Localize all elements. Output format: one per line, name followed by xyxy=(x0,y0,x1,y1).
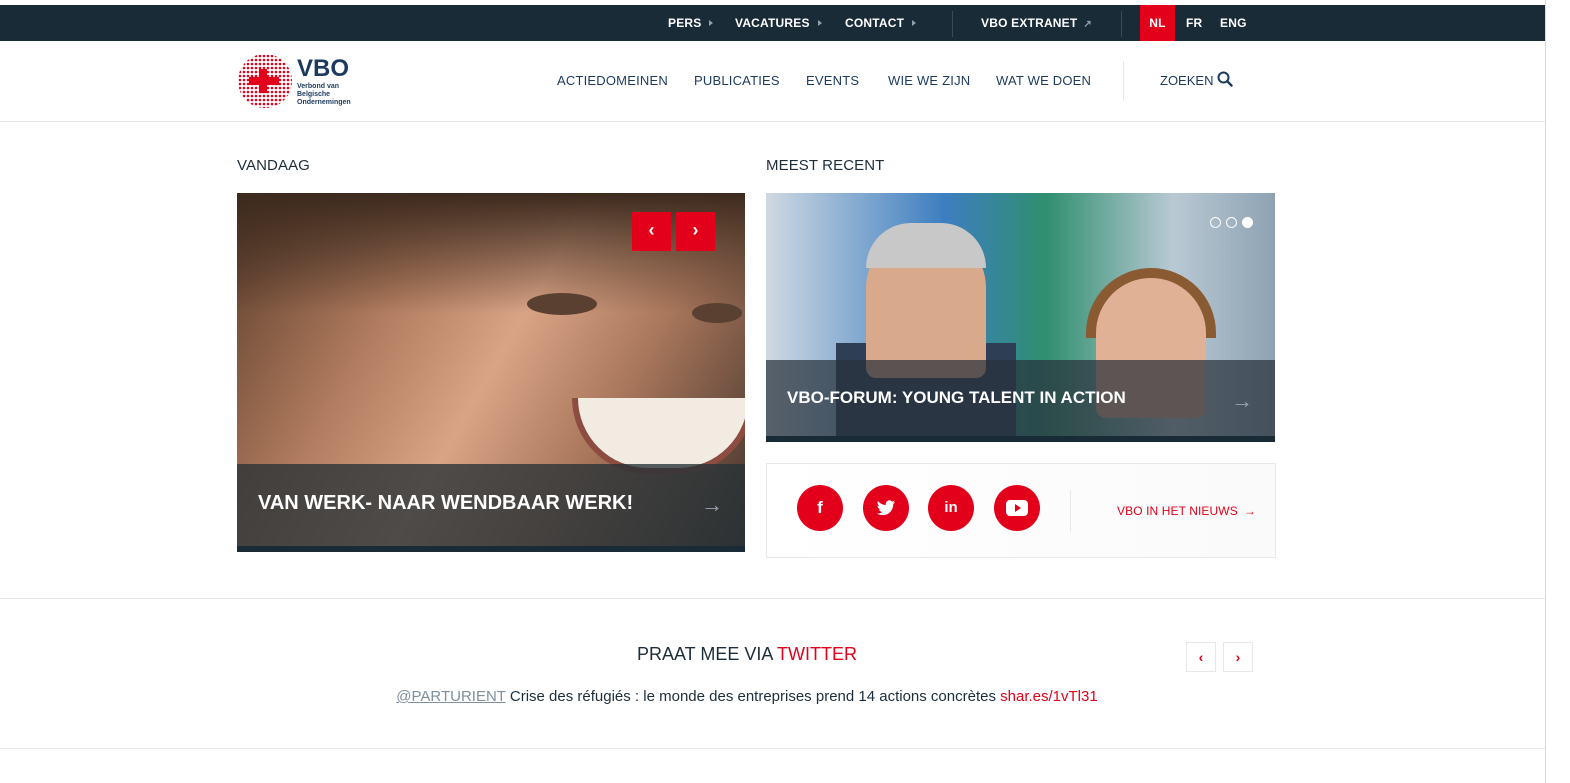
page-edge xyxy=(1545,0,1546,783)
photo-detail xyxy=(527,293,597,315)
linkedin-icon[interactable]: in xyxy=(928,485,974,531)
facebook-icon[interactable]: f xyxy=(797,485,843,531)
card-bottom-band xyxy=(766,436,1275,442)
card-caption-text: VBO-FORUM: YOUNG TALENT IN ACTION xyxy=(787,388,1126,407)
slider-dots xyxy=(1205,215,1253,233)
tweet-url-link[interactable]: shar.es/1vTl31 xyxy=(1000,688,1098,705)
caret-right-icon xyxy=(817,19,822,26)
featured-card-meest-recent[interactable]: VBO-FORUM: YOUNG TALENT IN ACTION → xyxy=(766,193,1275,442)
arrow-right-icon: → xyxy=(1231,388,1253,413)
photo-detail xyxy=(866,223,986,268)
arrow-right-icon: → xyxy=(1243,504,1256,518)
twitter-section-title: PRAAT MEE VIA TWITTER xyxy=(636,644,858,664)
card-caption-text: VAN WERK- NAAR WENDBAAR WERK! xyxy=(258,492,634,514)
card-caption: VAN WERK- NAAR WENDBAAR WERK! → xyxy=(237,464,745,546)
section-title-meest-recent: MEEST RECENT xyxy=(766,157,885,174)
globe-logo-icon xyxy=(238,54,292,108)
divider xyxy=(0,598,1545,599)
lang-fr[interactable]: FR xyxy=(1186,5,1202,41)
divider xyxy=(0,748,1545,749)
contact-link[interactable]: CONTACT xyxy=(845,5,917,41)
tweet-text: Crise des réfugiés : le monde des entrep… xyxy=(505,688,1001,705)
divider xyxy=(1070,490,1071,532)
nav-wat-we-doen[interactable]: WAT WE DOEN xyxy=(996,73,1091,88)
twitter-prev-button[interactable]: ‹ xyxy=(1186,642,1216,672)
tweet-handle-link[interactable]: @PARTURIENT xyxy=(396,688,505,705)
utility-bar: PERS VACATURES CONTACT VBO EXTRANET ↗ NL … xyxy=(0,5,1545,46)
youtube-icon[interactable] xyxy=(994,485,1040,531)
slider-dot[interactable] xyxy=(1226,217,1237,228)
social-box: f in VBO IN HET NIEUWS → xyxy=(766,463,1276,558)
nav-wie-we-zijn[interactable]: WIE WE ZIJN xyxy=(888,73,970,88)
caret-right-icon xyxy=(912,19,917,26)
vbo-logo[interactable]: VBO Verbond van Belgische Ondernemingen xyxy=(237,53,357,109)
vacatures-link[interactable]: VACATURES xyxy=(735,5,822,41)
carousel-next-button[interactable]: › xyxy=(676,212,715,251)
search-icon[interactable] xyxy=(1217,71,1233,87)
divider xyxy=(952,11,953,37)
photo-detail xyxy=(692,303,742,323)
twitter-bird-icon xyxy=(876,500,896,516)
featured-card-vandaag[interactable]: ‹ › VAN WERK- NAAR WENDBAAR WERK! → xyxy=(237,193,745,552)
search-label[interactable]: ZOEKEN xyxy=(1160,73,1213,88)
nav-actiedomeinen[interactable]: ACTIEDOMEINEN xyxy=(557,73,668,88)
card-bottom-band xyxy=(237,546,745,552)
slider-dot[interactable] xyxy=(1210,217,1221,228)
caret-right-icon xyxy=(709,19,714,26)
external-arrow-icon: ↗ xyxy=(1083,19,1093,30)
divider xyxy=(1123,61,1124,101)
logo-subtitle: Verbond van Belgische Ondernemingen xyxy=(297,83,351,106)
divider xyxy=(1121,11,1122,37)
vbo-in-het-nieuws-link[interactable]: VBO IN HET NIEUWS → xyxy=(1117,504,1256,518)
lang-eng[interactable]: ENG xyxy=(1220,5,1247,41)
arrow-right-icon: → xyxy=(701,492,723,517)
tweet: @PARTURIENT Crise des réfugiés : le mond… xyxy=(0,688,1494,705)
twitter-next-button[interactable]: › xyxy=(1223,642,1253,672)
photo-detail xyxy=(572,398,745,474)
youtube-play-icon xyxy=(1006,500,1028,516)
pers-link[interactable]: PERS xyxy=(668,5,714,41)
section-title-vandaag: VANDAAG xyxy=(237,157,310,174)
main-header: VBO Verbond van Belgische Ondernemingen … xyxy=(0,41,1545,122)
twitter-icon[interactable] xyxy=(863,485,909,531)
extranet-link[interactable]: VBO EXTRANET ↗ xyxy=(981,5,1092,41)
slider-dot-active[interactable] xyxy=(1242,217,1253,228)
card-caption: VBO-FORUM: YOUNG TALENT IN ACTION → xyxy=(766,360,1275,436)
nav-publicaties[interactable]: PUBLICATIES xyxy=(694,73,780,88)
photo-hair xyxy=(237,193,745,313)
carousel-prev-button[interactable]: ‹ xyxy=(632,212,671,251)
nav-events[interactable]: EVENTS xyxy=(806,73,859,88)
lang-nl[interactable]: NL xyxy=(1140,5,1175,46)
logo-title: VBO xyxy=(297,55,350,82)
